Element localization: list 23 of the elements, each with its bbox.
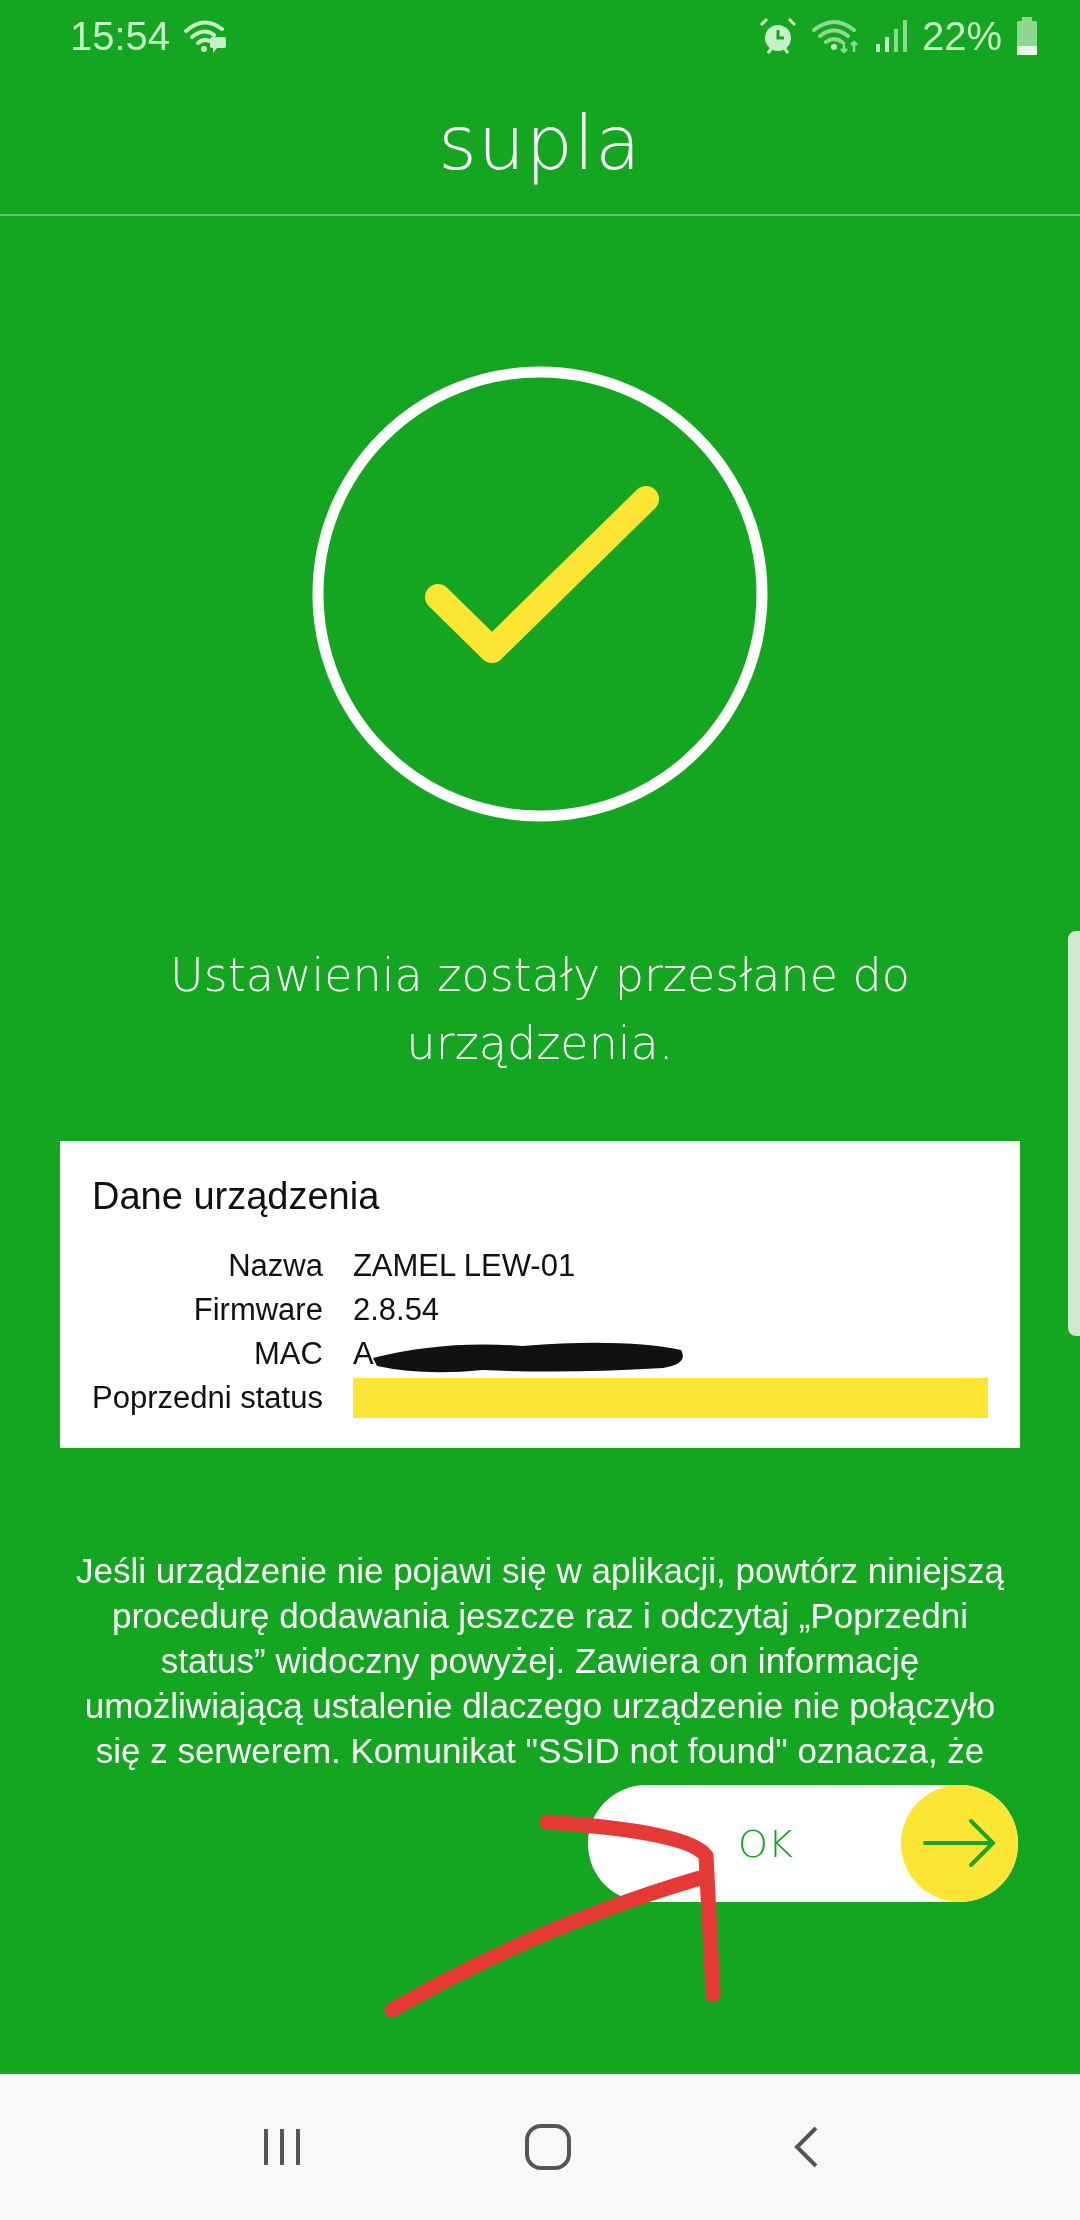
- alarm-icon: [757, 16, 798, 56]
- field-label: Poprzedni status: [92, 1379, 323, 1417]
- battery-percent: 22%: [921, 13, 1002, 59]
- card-title: Dane urządzenia: [92, 1175, 381, 1218]
- field-label: Firmware: [192, 1291, 323, 1329]
- home-icon[interactable]: [524, 2123, 572, 2171]
- arrow-right-icon: [901, 1785, 1018, 1902]
- clock-time: 15:54: [70, 13, 171, 59]
- ok-button[interactable]: OK: [588, 1785, 1018, 1902]
- app-title: supla: [438, 100, 642, 186]
- field-label: Nazwa: [227, 1247, 323, 1285]
- checkmark-circle-icon: [312, 366, 768, 822]
- help-paragraph: Jeśli urządzenie nie pojawi się w aplikacji, powtórz niniejszą procedurę dodawania jeszcze raz i odczytaj „Poprzedni status” widoczny powyżej. Zawiera on informację umożliwiającą ustalenie dlaczego urządzenie nie połączyło się z serwerem. Komunikat "SSID not found" oznacza, że: [75, 1550, 1005, 1772]
- field-value: ZAMEL LEW-01: [352, 1247, 576, 1285]
- field-value: A: [352, 1335, 374, 1373]
- back-icon[interactable]: [792, 2125, 820, 2169]
- wifi-message-icon: [184, 19, 227, 53]
- battery-icon: [1016, 17, 1038, 55]
- field-value: 2.8.54: [352, 1291, 440, 1329]
- signal-icon: [873, 18, 908, 54]
- wifi-icon: [811, 18, 860, 54]
- field-label: MAC: [253, 1335, 323, 1373]
- success-message: Ustawienia zostały przesłane do urządzenia.: [169, 947, 911, 1072]
